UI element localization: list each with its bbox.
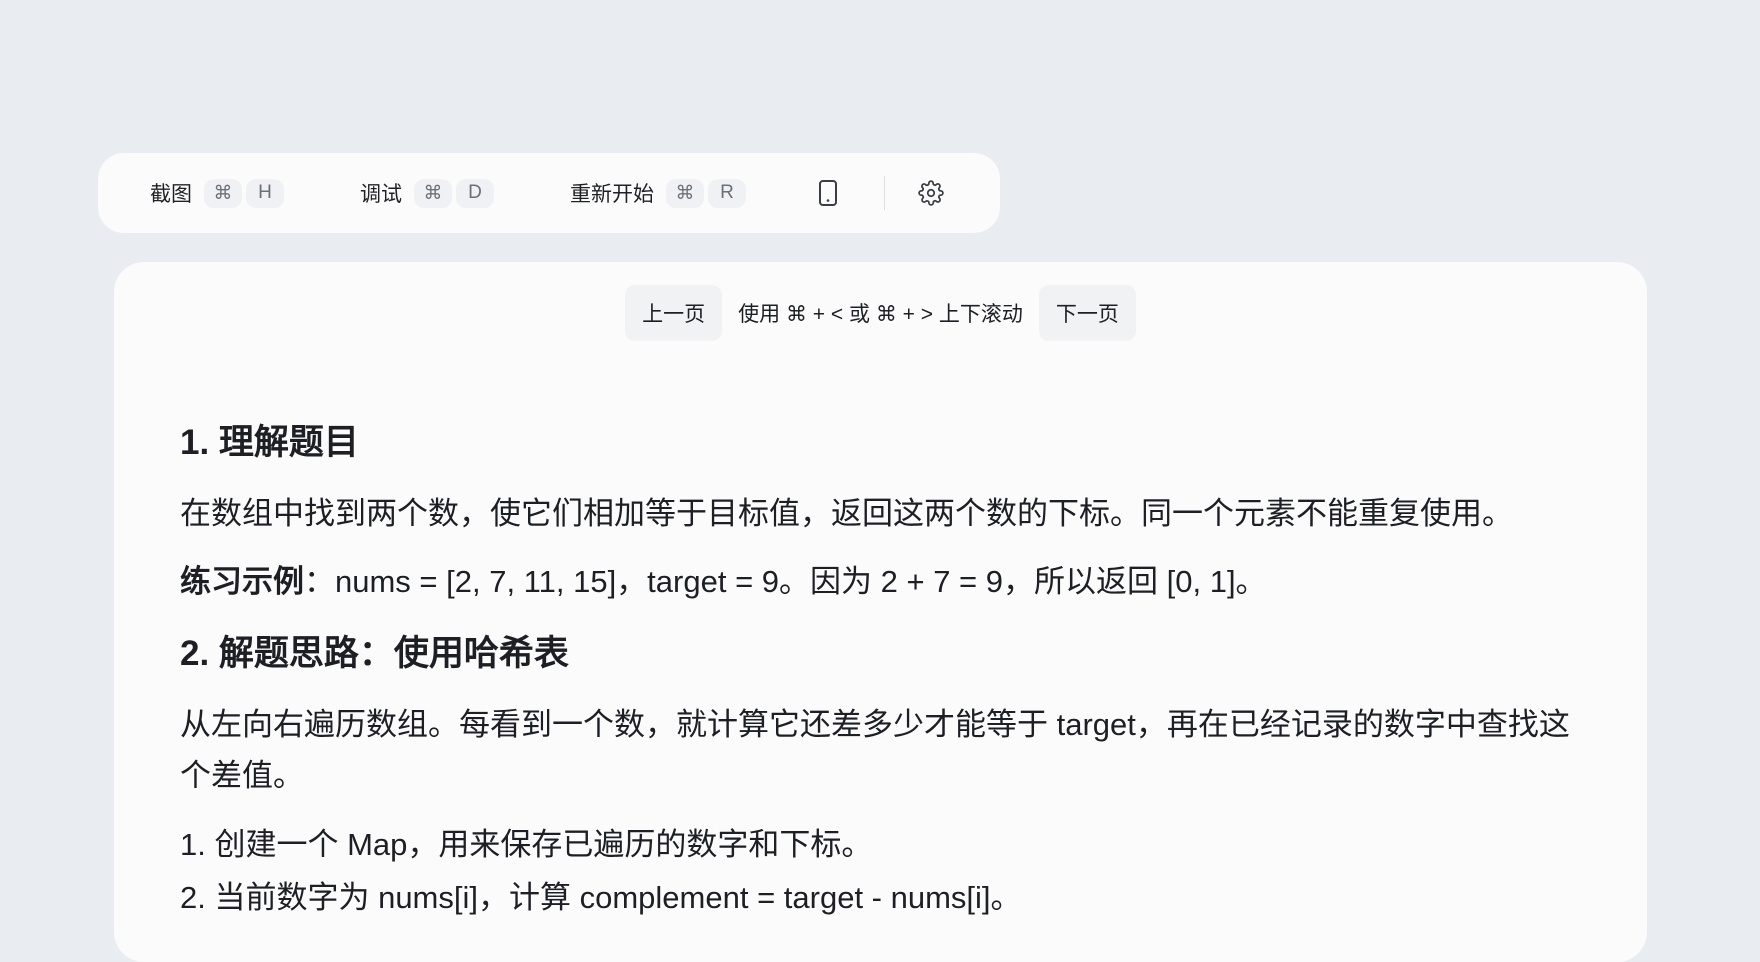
phone-icon[interactable] bbox=[814, 175, 842, 211]
scroll-hint: 使用 ⌘ + < 或 ⌘ + > 上下滚动 bbox=[738, 303, 1023, 326]
problem-description: 在数组中找到两个数，使它们相加等于目标值，返回这两个数的下标。同一个元素不能重复… bbox=[180, 496, 1513, 531]
list-item: 2. 当前数字为 nums[i]，计算 complement = target … bbox=[180, 880, 1022, 915]
shortcut-key-badge: R bbox=[708, 178, 746, 208]
debug-action[interactable]: 调试 ⌘ D bbox=[360, 178, 498, 208]
toolbar-divider bbox=[884, 176, 885, 210]
restart-label: 重新开始 bbox=[570, 183, 654, 206]
section-heading: 1. 理解题目 bbox=[180, 423, 359, 462]
pager: 上一页 使用 ⌘ + < 或 ⌘ + > 上下滚动 下一页 bbox=[114, 285, 1647, 341]
solution-content: 1. 理解题目 在数组中找到两个数，使它们相加等于目标值，返回这两个数的下标。同… bbox=[180, 418, 1600, 924]
command-key-badge: ⌘ bbox=[204, 178, 242, 208]
section-heading: 2. 解题思路：使用哈希表 bbox=[180, 634, 569, 673]
example-paragraph: 练习示例：nums = [2, 7, 11, 15]，target = 9。因为… bbox=[180, 556, 1600, 607]
command-key-badge: ⌘ bbox=[414, 178, 452, 208]
screenshot-action[interactable]: 截图 ⌘ H bbox=[150, 178, 288, 208]
debug-label: 调试 bbox=[360, 183, 402, 206]
list-item: 1. 创建一个 Map，用来保存已遍历的数字和下标。 bbox=[180, 827, 873, 862]
content-card: 上一页 使用 ⌘ + < 或 ⌘ + > 上下滚动 下一页 1. 理解题目 在数… bbox=[114, 262, 1647, 962]
restart-action[interactable]: 重新开始 ⌘ R bbox=[570, 178, 750, 208]
example-label: 练习示例 bbox=[180, 564, 304, 599]
screenshot-label: 截图 bbox=[150, 183, 192, 206]
example-text: ：nums = [2, 7, 11, 15]，target = 9。因为 2 +… bbox=[304, 564, 1267, 599]
shortcut-key-badge: H bbox=[246, 178, 284, 208]
toolbar: 截图 ⌘ H 调试 ⌘ D 重新开始 ⌘ R bbox=[98, 153, 1000, 233]
shortcut-key-badge: D bbox=[456, 178, 494, 208]
approach-description: 从左向右遍历数组。每看到一个数，就计算它还差多少才能等于 target，再在已经… bbox=[180, 707, 1570, 793]
gear-icon[interactable] bbox=[917, 175, 945, 211]
steps-list: 1. 创建一个 Map，用来保存已遍历的数字和下标。 2. 当前数字为 nums… bbox=[180, 818, 1600, 924]
next-page-button[interactable]: 下一页 bbox=[1038, 285, 1136, 341]
command-key-badge: ⌘ bbox=[666, 178, 704, 208]
prev-page-button[interactable]: 上一页 bbox=[625, 285, 723, 341]
